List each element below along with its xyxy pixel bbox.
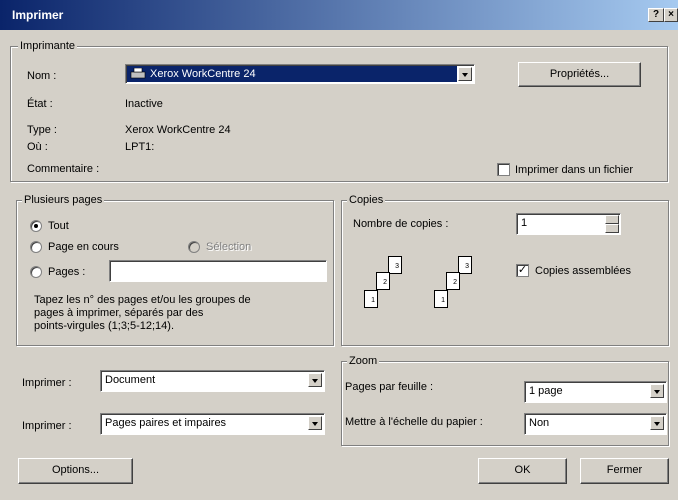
printer-name-value: Xerox WorkCentre 24	[150, 68, 256, 80]
type-value: Xerox WorkCentre 24	[125, 124, 231, 136]
page-label: 1	[371, 297, 375, 304]
printer-icon	[130, 68, 146, 79]
pages-group-label: Plusieurs pages	[22, 194, 105, 206]
scale-select[interactable]: Non	[524, 413, 667, 435]
print-which-value: Pages paires et impaires	[105, 417, 227, 429]
chevron-down-icon[interactable]	[458, 67, 472, 81]
close-button-label: Fermer	[606, 464, 643, 476]
radio-selection	[188, 241, 200, 253]
print-which-select[interactable]: Pages paires et impaires	[100, 413, 325, 435]
spin-up-icon[interactable]	[605, 215, 619, 224]
status-value: Inactive	[125, 98, 163, 110]
pages-per-sheet-label: Pages par feuille :	[345, 381, 434, 393]
page-label: 2	[383, 279, 387, 286]
print-what-value: Document	[105, 374, 156, 386]
page-label: 3	[465, 263, 469, 270]
properties-button-label: Propriétés...	[549, 68, 610, 80]
copies-count-label: Nombre de copies :	[353, 218, 449, 230]
pages-per-sheet-value: 1 page	[529, 385, 563, 397]
copies-group-label: Copies	[347, 194, 386, 206]
chevron-down-icon[interactable]	[650, 416, 664, 430]
close-button[interactable]: Fermer	[580, 458, 669, 484]
print-to-file-checkbox[interactable]	[497, 163, 510, 176]
chevron-down-icon[interactable]	[308, 373, 322, 387]
page-label: 2	[453, 279, 457, 286]
radio-all-label[interactable]: Tout	[48, 220, 69, 232]
copies-count-input[interactable]: 1	[516, 213, 621, 235]
page-label: 3	[395, 263, 399, 270]
pages-per-sheet-select[interactable]: 1 page	[524, 381, 667, 403]
radio-pages-label[interactable]: Pages :	[48, 266, 85, 278]
scale-label: Mettre à l'échelle du papier :	[345, 416, 483, 428]
chevron-down-icon[interactable]	[650, 384, 664, 398]
copies-count-value: 1	[521, 217, 528, 229]
printer-name-label: Nom :	[27, 70, 57, 82]
window-title: Imprimer	[12, 8, 64, 22]
properties-button[interactable]: Propriétés...	[518, 62, 641, 87]
scale-value: Non	[529, 417, 550, 429]
collate-label[interactable]: Copies assemblées	[535, 265, 631, 277]
pages-help-text: Tapez les n° des pages et/ou les groupes…	[34, 294, 251, 333]
collate-checkbox[interactable]: ✓	[516, 264, 529, 277]
help-line-3: points-virgules (1;3;5-12;14).	[34, 320, 175, 332]
title-bar[interactable]: Imprimer ? ×	[0, 0, 678, 30]
help-line-2: pages à imprimer, séparés par des	[34, 307, 204, 319]
close-icon[interactable]: ×	[664, 8, 678, 22]
options-button-label: Options...	[51, 464, 100, 476]
comment-label: Commentaire :	[27, 163, 100, 175]
print-what-label: Imprimer :	[22, 377, 72, 389]
radio-current-page[interactable]	[30, 241, 42, 253]
printer-name-select[interactable]: Xerox WorkCentre 24	[125, 64, 475, 84]
print-dialog: Imprimer ? × Imprimante Nom : Xerox Work…	[0, 0, 678, 500]
radio-pages[interactable]	[30, 266, 42, 278]
radio-selection-label: Sélection	[206, 241, 252, 253]
type-label: Type :	[27, 124, 57, 136]
ok-button[interactable]: OK	[478, 458, 567, 484]
ok-button-label: OK	[514, 464, 531, 476]
page-label: 1	[441, 297, 445, 304]
radio-all[interactable]	[30, 220, 42, 232]
pages-input[interactable]	[109, 260, 327, 282]
spin-down-icon[interactable]	[605, 224, 619, 233]
chevron-down-icon[interactable]	[308, 416, 322, 430]
status-label: État :	[27, 98, 53, 110]
print-what-select[interactable]: Document	[100, 370, 325, 392]
print-to-file-label[interactable]: Imprimer dans un fichier	[515, 164, 633, 176]
printer-group-label: Imprimante	[18, 40, 78, 52]
print-which-label: Imprimer :	[22, 420, 72, 432]
help-button[interactable]: ?	[648, 8, 664, 22]
radio-current-page-label[interactable]: Page en cours	[48, 241, 119, 253]
where-value: LPT1:	[125, 141, 155, 153]
help-line-1: Tapez les n° des pages et/ou les groupes…	[34, 294, 251, 306]
options-button[interactable]: Options...	[18, 458, 133, 484]
zoom-group-label: Zoom	[347, 355, 380, 367]
where-label: Où :	[27, 141, 48, 153]
